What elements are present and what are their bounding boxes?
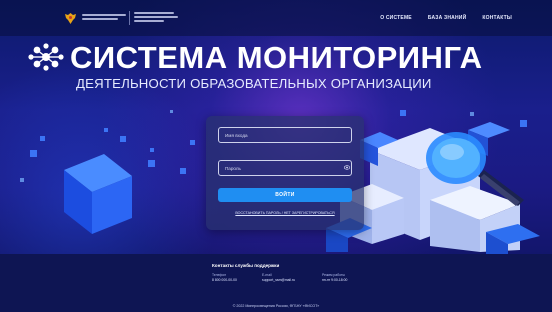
contact-phone: Телефон 8 800 000-00-00 bbox=[212, 273, 237, 283]
eye-icon[interactable] bbox=[344, 165, 350, 170]
page-title: СИСТЕМА МОНИТОРИНГА bbox=[70, 40, 483, 75]
support-contacts-title: Контакты службы поддержки bbox=[212, 263, 280, 268]
login-button[interactable]: ВОЙТИ bbox=[218, 188, 352, 202]
main-nav: О СИСТЕМЕ БАЗА ЗНАНИЙ КОНТАКТЫ bbox=[380, 15, 512, 21]
site-header: О СИСТЕМЕ БАЗА ЗНАНИЙ КОНТАКТЫ bbox=[0, 0, 552, 36]
nav-link-knowledge-base[interactable]: БАЗА ЗНАНИЙ bbox=[428, 15, 467, 21]
login-input[interactable] bbox=[218, 127, 352, 143]
contact-hours: Режим работы пн-пт 9:00-18:00 bbox=[322, 273, 347, 283]
contact-email-value[interactable]: support_ssm@mail.ru bbox=[262, 278, 295, 283]
logo-divider bbox=[129, 11, 130, 25]
partner-logo-text[interactable] bbox=[134, 12, 180, 24]
copyright-text: © 2022 Минпросвещения России, ФГБНУ «ФИС… bbox=[232, 304, 320, 308]
contact-hours-value: пн-пт 9:00-18:00 bbox=[322, 278, 348, 282]
nav-link-contacts[interactable]: КОНТАКТЫ bbox=[482, 15, 512, 21]
password-input[interactable] bbox=[218, 160, 352, 176]
site-footer: Контакты службы поддержки Телефон 8 800 … bbox=[0, 254, 552, 312]
contact-phone-value[interactable]: 8 800 000-00-00 bbox=[212, 278, 237, 283]
page: О СИСТЕМЕ БАЗА ЗНАНИЙ КОНТАКТЫ СИСТЕМА М… bbox=[0, 0, 552, 312]
hero-title-block: СИСТЕМА МОНИТОРИНГА ДЕЯТЕЛЬНОСТИ ОБРАЗОВ… bbox=[28, 40, 548, 100]
nav-link-about[interactable]: О СИСТЕМЕ bbox=[380, 15, 412, 21]
left-cube-decoration bbox=[64, 154, 132, 234]
login-form: ВОЙТИ ВОССТАНОВИТЬ ПАРОЛЬ / НЕТ ЗАРЕГИСТ… bbox=[206, 116, 364, 230]
contact-email: E-mail support_ssm@mail.ru bbox=[262, 273, 295, 283]
eagle-emblem-icon[interactable] bbox=[64, 12, 77, 25]
page-subtitle: ДЕЯТЕЛЬНОСТИ ОБРАЗОВАТЕЛЬНЫХ ОРГАНИЗАЦИИ bbox=[76, 76, 432, 91]
restore-password-link[interactable]: ВОССТАНОВИТЬ ПАРОЛЬ / НЕТ ЗАРЕГИСТРИРОВА… bbox=[218, 211, 352, 215]
network-flower-icon bbox=[28, 43, 64, 71]
ministry-logo-text[interactable] bbox=[82, 14, 128, 22]
